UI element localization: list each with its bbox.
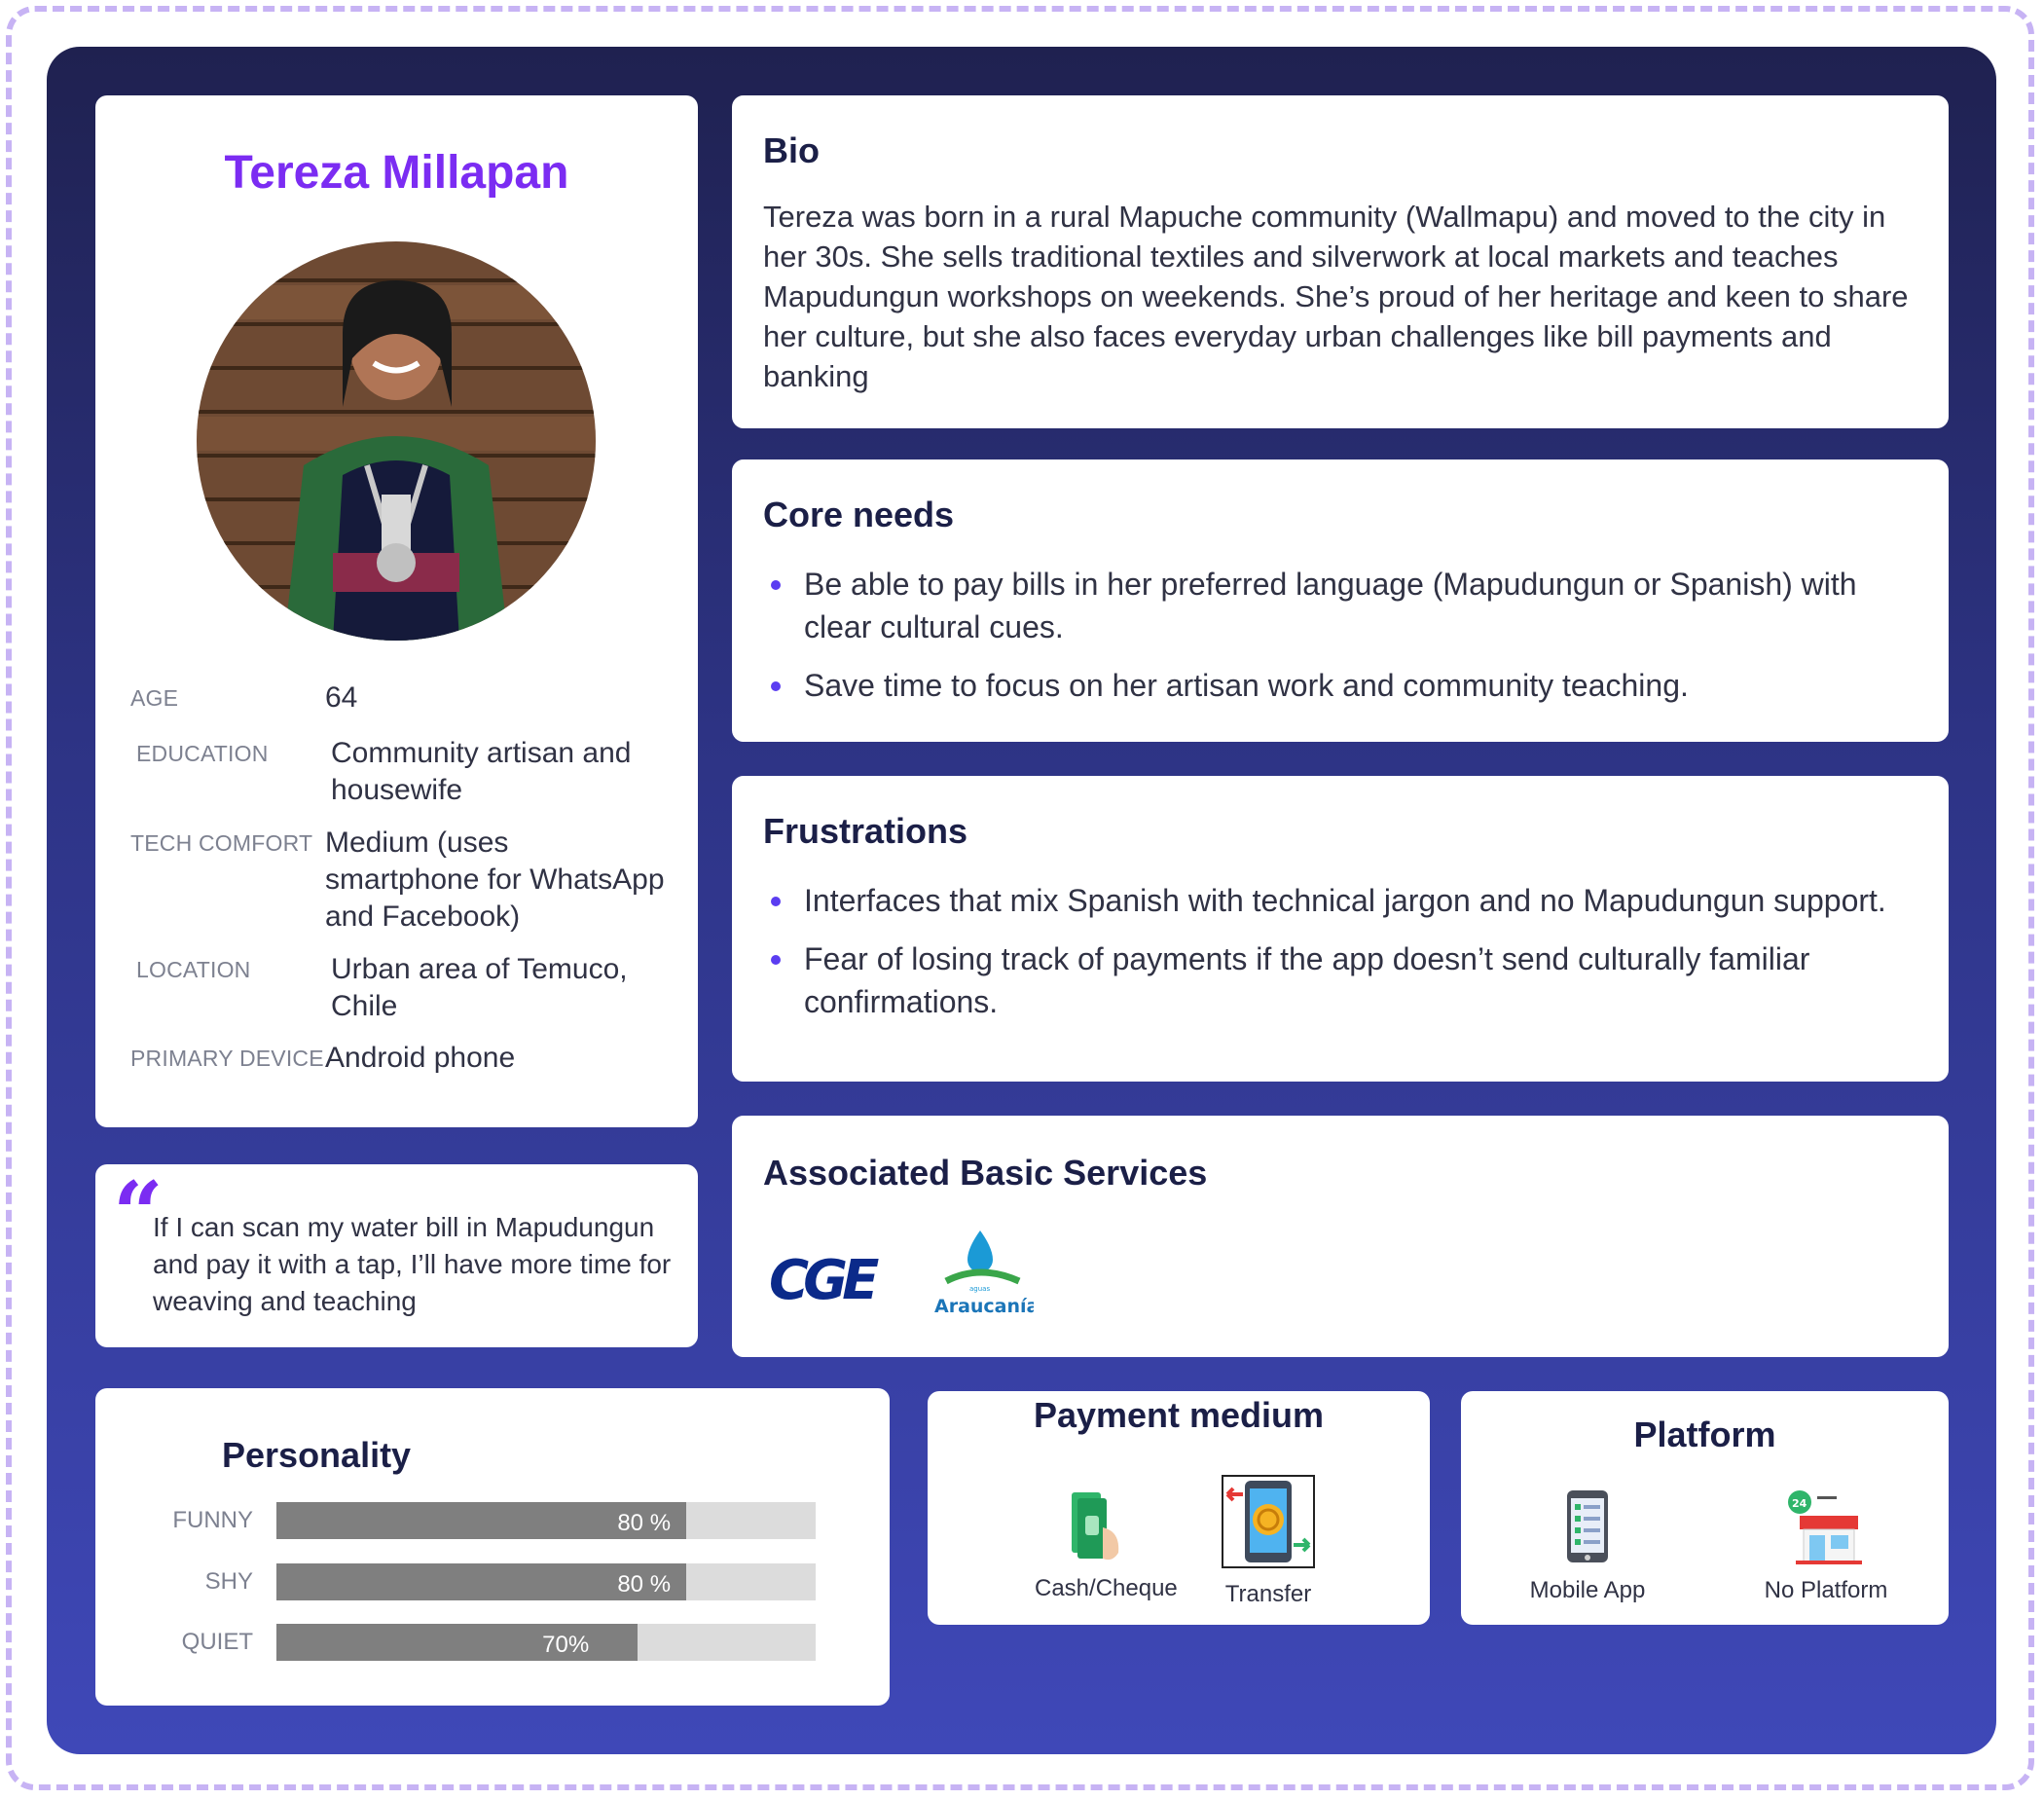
store-24h-icon: 24 xyxy=(1788,1490,1862,1564)
payment-medium-card: Payment medium Cash/Cheque Transfer xyxy=(928,1391,1430,1625)
avatar xyxy=(197,241,596,641)
trait-funny: FUNNY 80 % xyxy=(146,1502,816,1539)
info-label: TECH COMFORT xyxy=(130,830,313,856)
info-value: Android phone xyxy=(325,1042,516,1074)
trait-bar-fill: 80 % xyxy=(276,1563,687,1600)
list-item: Fear of losing track of payments if the … xyxy=(763,937,1912,1023)
svg-text:24: 24 xyxy=(1792,1497,1807,1510)
trait-label: SHY xyxy=(204,1568,253,1595)
trait-bar-track: 70% xyxy=(276,1624,816,1661)
trait-shy: SHY 80 % xyxy=(146,1563,816,1600)
payment-item-transfer: Transfer xyxy=(1210,1475,1327,1608)
platform-label: Mobile App xyxy=(1529,1577,1646,1603)
core-needs-list: Be able to pay bills in her preferred la… xyxy=(763,563,1912,722)
personality-card: Personality FUNNY 80 % SHY 80 % QUIET 70… xyxy=(95,1388,890,1706)
avatar-photo xyxy=(197,241,596,641)
info-value: Urban area of Temuco, Chile xyxy=(331,953,628,1022)
info-row-education: EDUCATION Community artisan and housewif… xyxy=(136,735,652,809)
aguas-logo-text: Araucanía xyxy=(934,1296,1034,1317)
list-item: Interfaces that mix Spanish with technic… xyxy=(763,879,1912,922)
info-label: PRIMARY DEVICE xyxy=(130,1046,324,1071)
trait-bar-fill: 70% xyxy=(276,1624,639,1661)
info-label: LOCATION xyxy=(136,957,251,982)
trait-percent: 70% xyxy=(542,1632,590,1658)
trait-bar-track: 80 % xyxy=(276,1563,816,1600)
cash-icon xyxy=(1072,1492,1119,1561)
trait-percent: 80 % xyxy=(617,1571,672,1598)
cge-logo: CGE xyxy=(767,1249,894,1312)
trait-percent: 80 % xyxy=(617,1510,672,1536)
mobile-app-icon xyxy=(1567,1490,1608,1562)
trait-label: QUIET xyxy=(181,1629,253,1655)
info-label: EDUCATION xyxy=(136,741,269,766)
frustrations-list: Interfaces that mix Spanish with technic… xyxy=(763,879,1912,1039)
bio-card: Bio Tereza was born in a rural Mapuche c… xyxy=(732,95,1949,428)
services-card: Associated Basic Services CGE aguas Arau… xyxy=(732,1116,1949,1357)
profile-card: Tereza Millapan AGE 64 EDUCATION Communi… xyxy=(95,95,698,1127)
platform-label: No Platform xyxy=(1764,1577,1888,1603)
info-row-location: LOCATION Urban area of Temuco, Chile xyxy=(136,951,642,1025)
list-item: Save time to focus on her artisan work a… xyxy=(763,664,1912,707)
payment-label: Transfer xyxy=(1224,1581,1312,1607)
info-row-tech-comfort: TECH COMFORT Medium (uses smartphone for… xyxy=(130,825,666,936)
payment-medium-title: Payment medium xyxy=(1033,1395,1325,1435)
persona-name: Tereza Millapan xyxy=(224,147,569,199)
trait-quiet: QUIET 70% xyxy=(146,1624,816,1661)
info-value: 64 xyxy=(325,681,358,714)
payment-label: Cash/Cheque xyxy=(1035,1575,1178,1601)
platform-item-no-platform: 24 No Platform xyxy=(1753,1488,1899,1604)
trait-bar-track: 80 % xyxy=(276,1502,816,1539)
core-needs-card: Core needs Be able to pay bills in her p… xyxy=(732,459,1949,742)
aguas-araucania-graphic: aguas Araucanía xyxy=(934,1231,1039,1317)
aguas-araucania-logo: aguas Araucanía xyxy=(927,1225,1039,1322)
personality-title: Personality xyxy=(222,1435,412,1475)
platform-title: Platform xyxy=(1633,1414,1776,1454)
bio-text: Tereza was born in a rural Mapuche commu… xyxy=(763,200,1909,393)
list-item: Be able to pay bills in her preferred la… xyxy=(763,563,1912,648)
quote-text: If I can scan my water bill in Mapudungu… xyxy=(153,1212,672,1316)
trait-bar-fill: 80 % xyxy=(276,1502,687,1539)
platform-card: Platform Mobile App 24 No Platform xyxy=(1461,1391,1949,1625)
quote-card: “ If I can scan my water bill in Mapudun… xyxy=(95,1164,698,1347)
cge-logo-graphic: CGE xyxy=(769,1249,885,1312)
aguas-small-text: aguas xyxy=(969,1285,990,1293)
transfer-phone-icon xyxy=(1222,1475,1315,1568)
info-value: Medium (uses smartphone for WhatsApp and… xyxy=(325,827,665,933)
core-needs-title: Core needs xyxy=(763,495,955,534)
payment-item-cash: Cash/Cheque xyxy=(1035,1488,1178,1602)
cge-logo-text: CGE xyxy=(769,1250,879,1308)
info-row-age: AGE 64 xyxy=(130,680,646,716)
info-row-primary-device: PRIMARY DEVICE Android phone xyxy=(130,1040,646,1077)
frustrations-title: Frustrations xyxy=(763,811,968,851)
info-value: Community artisan and housewife xyxy=(331,737,632,806)
bio-title: Bio xyxy=(763,130,820,170)
info-label: AGE xyxy=(130,685,179,711)
trait-label: FUNNY xyxy=(172,1507,253,1533)
services-title: Associated Basic Services xyxy=(763,1153,1208,1193)
platform-item-mobile-app: Mobile App xyxy=(1519,1488,1656,1604)
frustrations-card: Frustrations Interfaces that mix Spanish… xyxy=(732,776,1949,1082)
